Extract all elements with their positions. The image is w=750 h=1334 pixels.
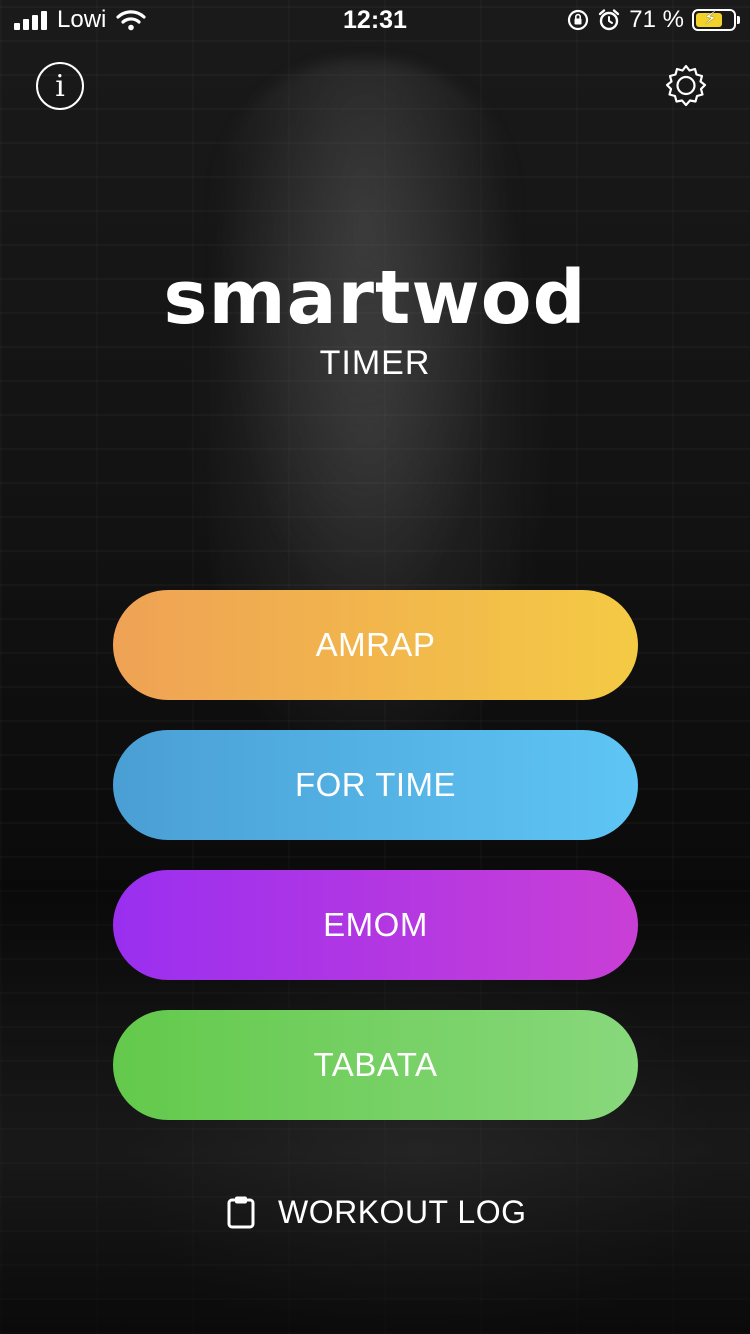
gear-icon — [665, 64, 707, 107]
for-time-label: FOR TIME — [294, 766, 457, 803]
clipboard-icon — [227, 1196, 255, 1229]
alarm-icon — [599, 9, 620, 31]
emom-label: EMOM — [323, 906, 428, 943]
battery-icon: ⚡ — [692, 8, 740, 31]
tabata-button[interactable]: TABATA — [113, 1010, 638, 1120]
app-logo: smartwod — [163, 255, 587, 341]
orientation-lock-icon — [568, 9, 589, 31]
app-subtitle: TIMER — [319, 344, 431, 382]
info-button[interactable]: i — [36, 62, 84, 110]
tabata-label: TABATA — [313, 1046, 438, 1083]
settings-button[interactable] — [662, 62, 710, 110]
amrap-button[interactable]: AMRAP — [113, 590, 638, 700]
emom-button[interactable]: EMOM — [113, 870, 638, 980]
workout-log-button[interactable]: WORKOUT LOG — [226, 1188, 526, 1236]
workout-log-label: WORKOUT LOG — [278, 1193, 527, 1230]
battery-percent: 71 % — [629, 6, 684, 33]
status-right: 71 % ⚡ — [567, 6, 740, 34]
for-time-button[interactable]: FOR TIME — [113, 730, 638, 840]
amrap-label: AMRAP — [315, 626, 436, 663]
status-bar: Lowi 12:31 71 % ⚡ — [0, 0, 750, 40]
charging-bolt-icon: ⚡ — [704, 8, 717, 28]
info-icon: i — [55, 69, 65, 104]
